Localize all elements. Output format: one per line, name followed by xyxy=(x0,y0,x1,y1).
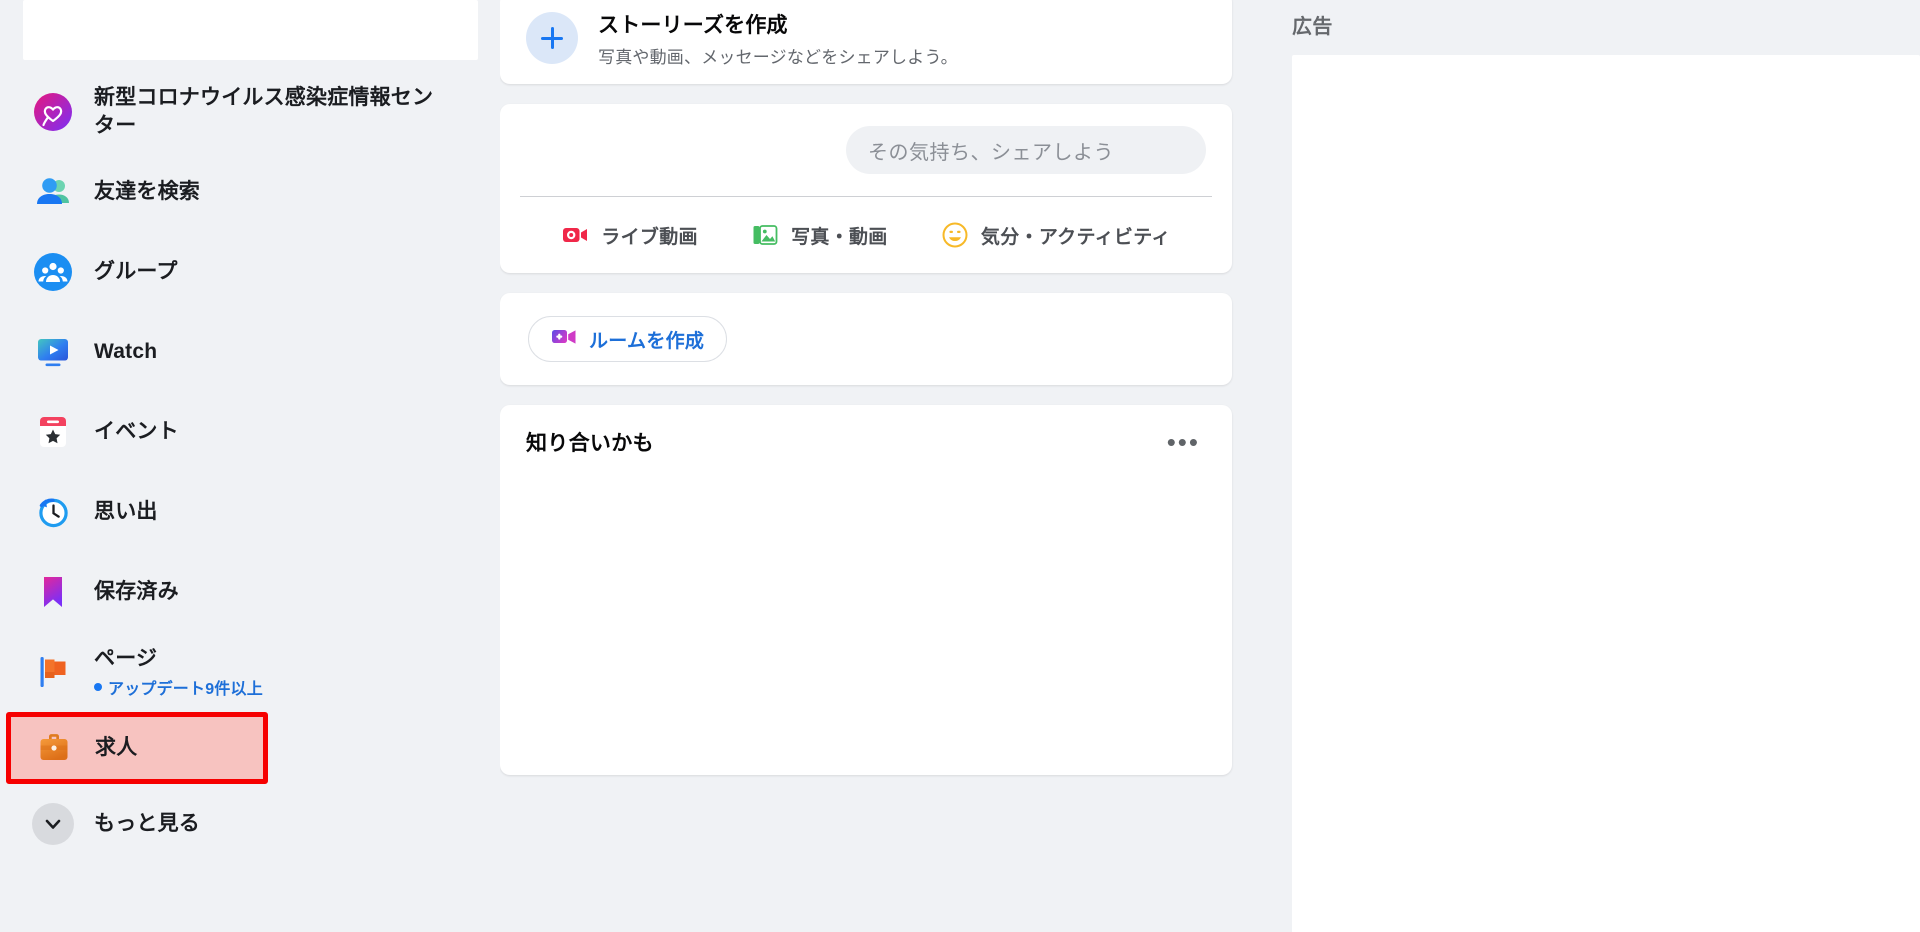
sidebar-item-memories[interactable]: 思い出 xyxy=(22,472,492,552)
left-sidebar: 新型コロナウイルス感染症情報センター 友達を検索 グループ Watch イベント… xyxy=(0,0,500,932)
sidebar-item-label: 求人 xyxy=(95,736,138,760)
jobs-briefcase-icon xyxy=(33,727,75,769)
sidebar-item-label: 保存済み xyxy=(94,580,179,604)
pymk-options-menu-icon[interactable]: ••• xyxy=(1161,429,1206,455)
covid-heart-icon xyxy=(32,91,74,133)
memories-clock-icon xyxy=(32,491,74,533)
create-room-card: ルームを作成 xyxy=(500,293,1232,385)
chevron-down-icon xyxy=(32,803,74,845)
sidebar-item-sublabel: アップデート9件以上 xyxy=(108,681,263,699)
create-story-card[interactable]: ストーリーズを作成 写真や動画、メッセージなどをシェアしよう。 xyxy=(500,0,1232,84)
create-story-subtitle: 写真や動画、メッセージなどをシェアしよう。 xyxy=(598,47,958,67)
sidebar-item-saved[interactable]: 保存済み xyxy=(22,552,492,632)
sidebar-item-badge: アップデート9件以上 xyxy=(94,675,263,699)
sidebar-item-groups[interactable]: グループ xyxy=(22,232,492,312)
composer-top-row: その気持ち、シェアしよう xyxy=(500,104,1232,196)
sidebar-item-find-friends[interactable]: 友達を検索 xyxy=(22,152,492,232)
photo-video-label: 写真・動画 xyxy=(791,226,888,248)
sidebar-item-label: ページ xyxy=(94,646,158,670)
pymk-header: 知り合いかも ••• xyxy=(500,405,1232,467)
sidebar-item-label: 思い出 xyxy=(94,500,158,524)
composer-input[interactable]: その気持ち、シェアしよう xyxy=(846,126,1206,174)
saved-bookmark-icon xyxy=(32,571,74,613)
post-composer-card: その気持ち、シェアしよう ライブ動画 写真・動画 気分・アクティビティ xyxy=(500,104,1232,273)
watch-icon xyxy=(32,331,74,373)
photo-video-icon xyxy=(751,221,779,249)
sidebar-top-profile-card[interactable] xyxy=(23,0,478,60)
plus-icon xyxy=(526,12,578,64)
sidebar-item-label: Watch xyxy=(94,340,158,364)
sidebar-item-pages[interactable]: ページ アップデート9件以上 xyxy=(22,632,492,712)
events-calendar-icon xyxy=(32,411,74,453)
center-feed: ストーリーズを作成 写真や動画、メッセージなどをシェアしよう。 その気持ち、シェ… xyxy=(500,0,1260,795)
see-more-circle xyxy=(32,803,74,845)
sidebar-item-see-more[interactable]: もっと見る xyxy=(22,784,492,864)
sidebar-item-label: グループ xyxy=(94,260,178,284)
sponsored-ads-panel xyxy=(1292,55,1920,932)
live-video-button[interactable]: ライブ動画 xyxy=(551,213,708,257)
live-video-label: ライブ動画 xyxy=(601,226,698,248)
sidebar-item-watch[interactable]: Watch xyxy=(22,312,492,392)
create-story-title: ストーリーズを作成 xyxy=(598,13,788,37)
pymk-suggestions-list xyxy=(500,467,1232,757)
create-room-label: ルームを作成 xyxy=(589,330,705,352)
groups-icon xyxy=(32,251,74,293)
feeling-activity-button[interactable]: 気分・アクティビティ xyxy=(931,213,1181,257)
create-room-button[interactable]: ルームを作成 xyxy=(528,316,728,362)
people-you-may-know-card: 知り合いかも ••• xyxy=(500,405,1232,775)
sidebar-item-label: イベント xyxy=(94,420,179,444)
pymk-title: 知り合いかも xyxy=(526,432,654,455)
sponsored-ads-title: 広告 xyxy=(1292,16,1333,38)
friends-icon xyxy=(32,171,74,213)
sidebar-item-covid-info-center[interactable]: 新型コロナウイルス感染症情報センター xyxy=(22,72,492,152)
right-rail: 広告 xyxy=(1260,0,1920,932)
facebook-home-page: 新型コロナウイルス感染症情報センター 友達を検索 グループ Watch イベント… xyxy=(0,0,1920,932)
create-room-icon xyxy=(551,326,577,353)
composer-action-row: ライブ動画 写真・動画 気分・アクティビティ xyxy=(500,197,1232,273)
sidebar-item-label: もっと見る xyxy=(94,812,200,836)
sidebar-nav-list: 新型コロナウイルス感染症情報センター 友達を検索 グループ Watch イベント… xyxy=(6,60,500,864)
sidebar-item-jobs[interactable]: 求人 xyxy=(6,712,268,784)
sidebar-item-label: 新型コロナウイルス感染症情報センター xyxy=(94,86,434,137)
update-dot-icon xyxy=(94,683,102,692)
create-story-texts: ストーリーズを作成 写真や動画、メッセージなどをシェアしよう。 xyxy=(598,9,958,68)
photo-video-button[interactable]: 写真・動画 xyxy=(741,213,898,257)
live-video-icon xyxy=(561,221,589,249)
pages-flag-icon xyxy=(32,651,74,693)
feeling-activity-label: 気分・アクティビティ xyxy=(980,226,1171,248)
sidebar-item-events[interactable]: イベント xyxy=(22,392,492,472)
feeling-activity-icon xyxy=(941,221,969,249)
sidebar-item-label: 友達を検索 xyxy=(94,180,200,204)
